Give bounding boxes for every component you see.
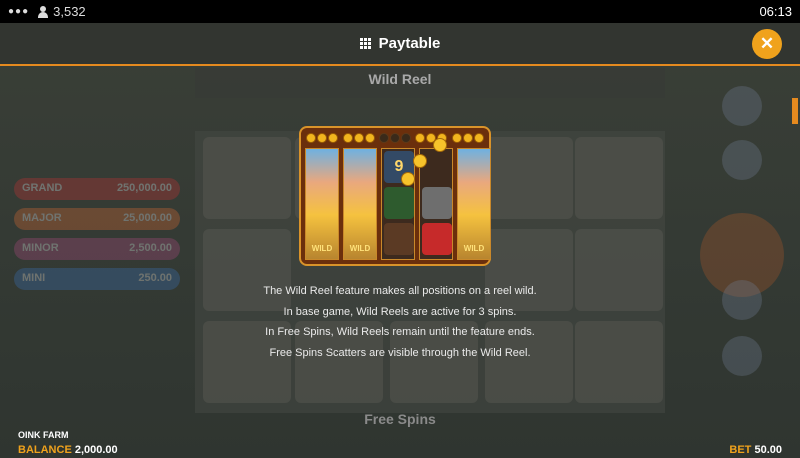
more-icon[interactable]: ●●● — [8, 6, 29, 17]
grid-icon — [359, 38, 371, 49]
user-icon — [37, 5, 49, 18]
wild-reel-2: WILD — [343, 148, 377, 260]
status-bar: ●●● 3,532 06:13 — [0, 0, 800, 23]
jackpot-major: MAJOR 25,000.00 — [14, 208, 180, 230]
game-name: OINK FARM — [18, 430, 69, 440]
clock: 06:13 — [759, 4, 792, 19]
description-line: The Wild Reel feature makes all position… — [263, 285, 537, 297]
coin-icon — [401, 172, 415, 186]
balance-value: 2,000.00 — [74, 444, 118, 456]
description-line: In base game, Wild Reels are active for … — [283, 305, 517, 318]
autoplay-icon — [722, 86, 762, 126]
player-count-value: 3,532 — [53, 4, 86, 19]
balance: BALANCE 2,000.00 — [18, 444, 118, 456]
scrollbar-thumb[interactable] — [792, 98, 798, 124]
balance-label: BALANCE — [18, 444, 72, 456]
section-title: Wild Reel — [368, 71, 432, 87]
description-line: In Free Spins, Wild Reels remain until t… — [265, 326, 535, 338]
page-title: Paytable — [378, 35, 441, 52]
next-section-title: Free Spins — [364, 411, 436, 427]
jackpot-panel: GRAND 250,000.00 MAJOR 25,000.00 MINOR 2,50… — [14, 178, 180, 298]
player-count: 3,532 — [37, 4, 86, 19]
bet-label: BET — [729, 444, 752, 456]
reel-3: 9 — [381, 148, 415, 260]
coin-meter — [305, 131, 485, 145]
wild-reel-5: WILD — [457, 148, 491, 260]
description-line: Free Spins Scatters are visible through … — [269, 346, 531, 359]
feature-description: The Wild Reel feature makes all position… — [0, 281, 800, 363]
bet-value: 50.00 — [754, 444, 782, 456]
refresh-icon — [722, 140, 762, 180]
jackpot-minor: MINOR 2,500.00 — [14, 238, 180, 260]
jackpot-grand: GRAND 250,000.00 — [14, 178, 180, 200]
coin-icon — [433, 138, 447, 152]
close-button[interactable]: ✕ — [752, 29, 782, 59]
coin-icon — [413, 154, 427, 168]
wild-reel-illustration: WILD WILD 9 WILD — [299, 126, 491, 266]
wild-reel-1: WILD — [305, 148, 339, 260]
bet: BET 50.00 — [729, 444, 782, 456]
paytable-header: Paytable ✕ — [0, 23, 800, 66]
